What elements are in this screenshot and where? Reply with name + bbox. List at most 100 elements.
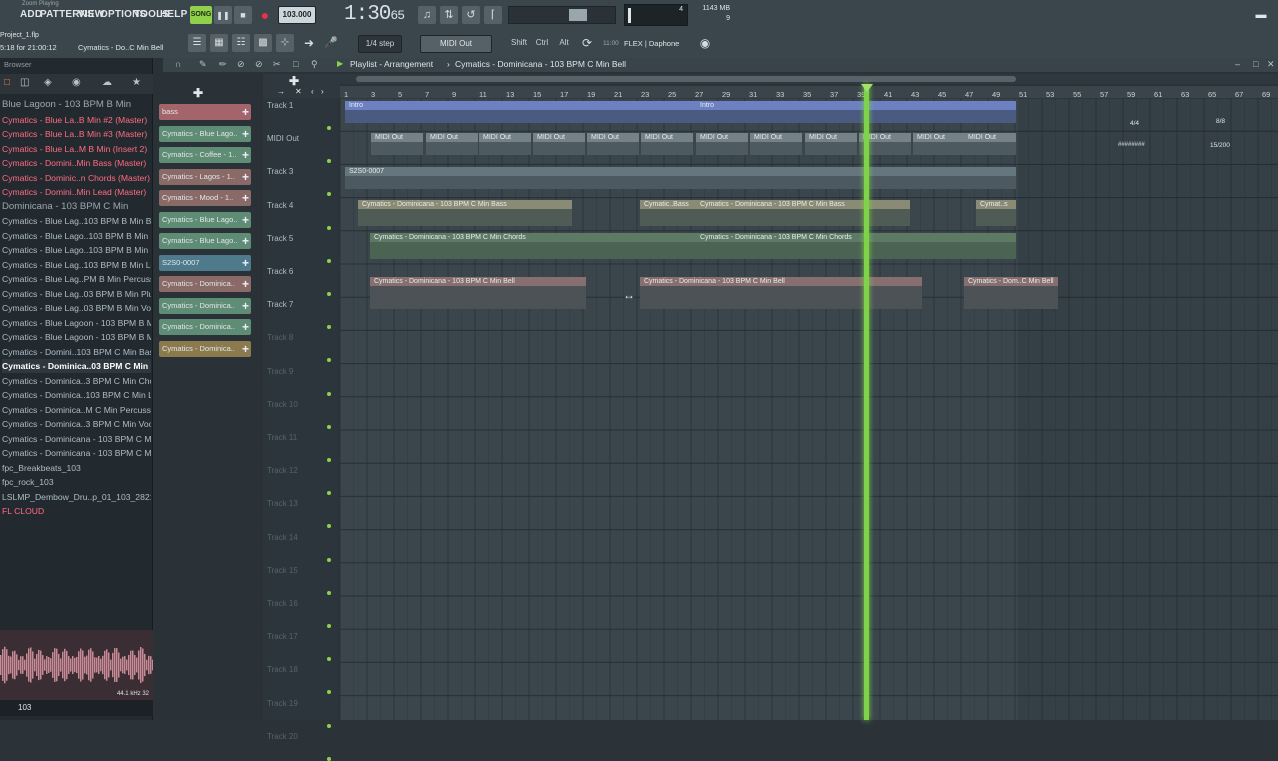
browser-item[interactable]: fpc_Breakbeats_103	[2, 461, 151, 475]
channel-button[interactable]: Cymatics - Lagos - 1.. +	[159, 168, 251, 185]
browser-item[interactable]: Blue Lagoon - 103 BPM B Min	[2, 98, 151, 112]
browser-item[interactable]: fpc_rock_103	[2, 475, 151, 489]
brush-icon[interactable]: ✏	[219, 59, 227, 70]
browser-item[interactable]: Cymatics - Blue Lago..103 BPM B Min Keys	[2, 243, 151, 257]
ctrl-key[interactable]: Ctrl	[532, 35, 552, 53]
snap-select[interactable]: 1/4 step	[358, 35, 402, 53]
clip-bass-4[interactable]: Cymat..s	[976, 200, 1016, 226]
clip-bell-1[interactable]: Cymatics - Dominicana - 103 BPM C Min Be…	[370, 277, 586, 309]
playlist-grid[interactable]	[340, 98, 1278, 720]
left-icon[interactable]: ‹	[311, 87, 314, 96]
browser-item[interactable]: Cymatics - Dominica..M C Min Percussion	[2, 403, 151, 417]
channel-button[interactable]: Cymatics - Blue Lago.. +	[159, 211, 251, 228]
clip-chords-1[interactable]: Cymatics - Dominicana - 103 BPM C Min Ch…	[370, 233, 696, 259]
channel-rack-icon[interactable]: ☷	[232, 34, 250, 52]
song-time[interactable]: 1:3065	[344, 3, 405, 26]
right-icon[interactable]: ›	[321, 87, 324, 96]
wait-record-icon[interactable]: ⇅	[440, 6, 458, 24]
mute-icon[interactable]: ⊘	[255, 59, 263, 70]
track-name[interactable]: Track 9	[267, 367, 293, 376]
window-maximize-icon[interactable]: □	[1253, 59, 1258, 69]
playhead[interactable]	[864, 84, 869, 720]
channel-plus-icon[interactable]: +	[242, 126, 249, 142]
star-icon[interactable]: ★	[132, 77, 141, 88]
channel-button[interactable]: Cymatics - Coffee - 1.. +	[159, 147, 251, 163]
browser-item[interactable]: Cymatics - Blue Lago..103 BPM B Min Bell	[2, 229, 151, 243]
channel-button[interactable]: S2S0-0007 +	[159, 254, 251, 271]
track-active-dot[interactable]	[327, 258, 331, 263]
clip-midi-out[interactable]: MIDI Out	[533, 133, 585, 155]
select-icon[interactable]: □	[293, 59, 298, 69]
track-name[interactable]: Track 7	[267, 300, 293, 309]
track-active-dot[interactable]	[327, 126, 331, 130]
track-active-dot[interactable]	[327, 756, 331, 761]
channel-plus-icon[interactable]: +	[242, 298, 249, 314]
channel-button[interactable]: Cymatics - Mood - 1.. +	[159, 190, 251, 206]
channel-button[interactable]: bass +	[159, 104, 251, 120]
track-active-dot[interactable]	[327, 723, 331, 728]
track-name[interactable]: Track 11	[267, 433, 297, 442]
clip-bell-2[interactable]: Cymatics - Dominicana - 103 BPM C Min Be…	[640, 277, 922, 309]
playhead-marker-icon[interactable]	[861, 84, 873, 92]
track-name[interactable]: Track 13	[267, 499, 298, 508]
zoom-icon[interactable]: ⚲	[311, 59, 318, 70]
browser-item[interactable]: Cymatics - Dominica..3 BPM C Min Chords	[2, 374, 151, 388]
browser-item[interactable]: Cymatics - Blue Lag..103 BPM B Min Lead	[2, 258, 151, 272]
slice-icon[interactable]: ✂	[273, 59, 281, 70]
track-active-dot[interactable]	[327, 624, 331, 628]
clip-midi-out[interactable]: MIDI Out	[371, 133, 423, 155]
track-active-dot[interactable]	[327, 590, 331, 595]
track-name[interactable]: MIDI Out	[267, 134, 299, 143]
add-track-icon[interactable]: ✚	[289, 74, 299, 88]
plugin-icon[interactable]: ◈	[44, 77, 52, 88]
tempo-display[interactable]: 103.000	[278, 6, 316, 24]
browser-item[interactable]: Cymatics - Dominica..103 BPM C Min Lead	[2, 388, 151, 402]
browser-item[interactable]: Dominicana - 103 BPM C Min	[2, 200, 151, 214]
track-name[interactable]: Track 18	[267, 665, 298, 674]
minimize-icon[interactable]: ▬	[1252, 6, 1270, 24]
clip-chords-2[interactable]: Cymatics - Dominicana - 103 BPM C Min Ch…	[696, 233, 1016, 259]
add-channel-icon[interactable]: ✚	[193, 86, 203, 100]
channel-plus-icon[interactable]: +	[242, 190, 249, 206]
channel-button[interactable]: Cymatics - Dominica.. +	[159, 276, 251, 292]
browser-item[interactable]: Cymatics - Domini..Min Lead (Master)	[2, 185, 151, 199]
file-icon[interactable]: ◫	[20, 77, 29, 88]
clip-intro-2[interactable]: Intro	[696, 101, 1016, 123]
channel-plus-icon[interactable]: +	[242, 341, 249, 357]
blend-notes-icon[interactable]: ⌈	[484, 6, 502, 24]
piano-roll-icon[interactable]: ▦	[210, 34, 228, 52]
clip-bell-3[interactable]: Cymatics - Dom..C Min Bell	[964, 277, 1058, 309]
arrow-right-icon[interactable]: ➜	[300, 34, 318, 52]
browser-item[interactable]: Cymatics - Blue Lag..03 BPM B Min Vocals	[2, 301, 151, 315]
close-icon[interactable]: ✕	[295, 87, 302, 96]
browser-item[interactable]: FL CLOUD	[2, 504, 151, 518]
channel-button[interactable]: Cymatics - Blue Lago.. +	[159, 125, 251, 142]
browser-search[interactable]: 103	[0, 700, 153, 716]
browser-item[interactable]: Cymatics - Dominicana - 103 BPM C Min	[2, 446, 151, 460]
arrow-icon[interactable]: →	[277, 87, 285, 96]
channel-plus-icon[interactable]: +	[242, 319, 249, 335]
master-volume-slider[interactable]	[508, 6, 616, 24]
stop-button[interactable]: ■	[234, 6, 252, 24]
window-close-icon[interactable]: ✕	[1267, 59, 1275, 70]
delete-icon[interactable]: ⊘	[237, 59, 245, 70]
channel-plus-icon[interactable]: +	[242, 147, 249, 163]
browser-item[interactable]: Cymatics - Dominica..3 BPM C Min Vocals	[2, 417, 151, 431]
track-name[interactable]: Track 15	[267, 566, 298, 575]
browser-item[interactable]: Cymatics - Blue La..B Min #2 (Master)	[2, 113, 151, 127]
browser-item[interactable]: Cymatics - Dominica..03 BPM C Min Bell	[2, 359, 151, 373]
playlist-scrollbar[interactable]	[340, 74, 1278, 84]
midi-out-select[interactable]: MIDI Out	[420, 35, 492, 53]
track-name[interactable]: Track 5	[267, 234, 293, 243]
channel-plus-icon[interactable]: +	[242, 276, 249, 292]
browser-item[interactable]: Cymatics - Blue Lag..PM B Min Percussion	[2, 272, 151, 286]
track-name[interactable]: Track 12	[267, 466, 298, 475]
mixer-icon[interactable]: ▩	[254, 34, 272, 52]
scrollbar-thumb[interactable]	[356, 76, 1016, 82]
flex-preset[interactable]: FLEX | Daphone	[624, 39, 679, 48]
loop-record-icon[interactable]: ↺	[462, 6, 480, 24]
menu-help[interactable]: HELP	[160, 9, 187, 20]
clip-intro-1[interactable]: Intro	[345, 101, 696, 123]
clip-midi-out[interactable]: MIDI Out	[750, 133, 802, 155]
track-name[interactable]: Track 20	[267, 732, 298, 741]
